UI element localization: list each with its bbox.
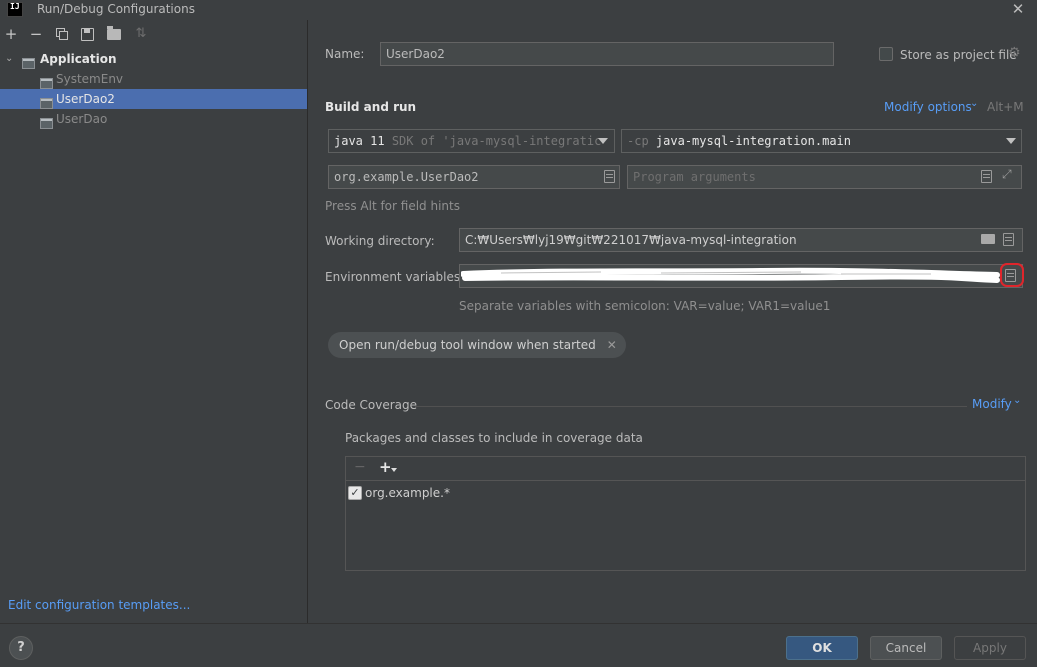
save-icon	[84, 29, 90, 33]
list-item[interactable]: ✓ org.example.*	[346, 484, 1025, 504]
store-as-project-file-label: Store as project file	[900, 48, 1017, 62]
remove-configuration-button[interactable]: −	[28, 26, 44, 42]
minus-icon: −	[29, 25, 43, 43]
tree-item-userdao2[interactable]: UserDao2	[0, 89, 307, 109]
code-coverage-heading: Code Coverage	[325, 398, 418, 412]
application-config-icon	[40, 118, 53, 129]
modify-options-shortcut: Alt+M	[987, 100, 1024, 114]
configuration-form: Name: UserDao2 Store as project file ⚙ B…	[309, 20, 1037, 623]
tree-item-label: UserDao2	[56, 92, 115, 106]
store-as-project-file-checkbox[interactable]	[879, 47, 893, 61]
folder-icon[interactable]	[981, 234, 995, 244]
open-tool-window-chip[interactable]: Open run/debug tool window when started …	[328, 332, 626, 358]
save-configuration-button[interactable]	[81, 28, 94, 41]
copy-configuration-button[interactable]	[56, 28, 68, 40]
expand-text-icon[interactable]	[981, 170, 992, 183]
chevron-down-icon	[1006, 138, 1016, 144]
working-directory-input[interactable]: C:₩Users₩lyj19₩git₩221017₩java-mysql-int…	[459, 228, 1023, 252]
coverage-entry-checkbox[interactable]: ✓	[348, 486, 362, 500]
cancel-button[interactable]: Cancel	[870, 636, 942, 660]
sort-icon: ⇅	[135, 26, 147, 41]
environment-variables-hint: Separate variables with semicolon: VAR=v…	[459, 299, 831, 313]
tree-group-application[interactable]: ⌄ Application	[0, 49, 307, 69]
name-label: Name:	[325, 47, 365, 61]
tree-item-label: UserDao	[56, 112, 108, 126]
folder-icon	[107, 26, 113, 29]
coverage-patterns-list: − + ✓ org.example.*	[345, 456, 1026, 571]
redaction-scribble	[461, 267, 1000, 283]
add-pattern-button[interactable]: +	[379, 458, 392, 476]
classpath-flag: -cp	[627, 134, 649, 148]
remove-chip-icon[interactable]: ✕	[607, 332, 617, 358]
tree-item-userdao[interactable]: UserDao	[0, 109, 307, 129]
coverage-toolbar: − +	[346, 457, 1025, 481]
close-window-button[interactable]: ✕	[1008, 0, 1028, 19]
coverage-modify-link[interactable]: Modify	[972, 397, 1012, 411]
classpath-module: java-mysql-integration.main	[655, 134, 851, 148]
application-config-icon	[40, 98, 53, 109]
edit-templates-link[interactable]: Edit configuration templates...	[8, 598, 190, 612]
name-input[interactable]: UserDao2	[380, 42, 834, 66]
ok-button[interactable]: OK	[786, 636, 858, 660]
application-config-icon	[40, 78, 53, 89]
jdk-select[interactable]: java 11 SDK of 'java-mysql-integratic	[328, 129, 615, 153]
application-icon	[22, 58, 35, 69]
browse-class-icon[interactable]	[604, 170, 615, 183]
chip-label: Open run/debug tool window when started	[339, 338, 596, 352]
field-hint-text: Press Alt for field hints	[325, 199, 460, 213]
classpath-module-select[interactable]: -cp java-mysql-integration.main	[621, 129, 1022, 153]
modify-options-link[interactable]: Modify options	[884, 100, 972, 114]
chevron-down-icon	[598, 138, 608, 144]
gear-icon[interactable]: ⚙	[1008, 45, 1021, 61]
add-configuration-button[interactable]: +	[3, 26, 19, 42]
coverage-packages-label: Packages and classes to include in cover…	[345, 431, 643, 445]
program-arguments-input[interactable]: Program arguments	[627, 165, 1022, 189]
chevron-down-icon[interactable]: ⌄	[970, 98, 978, 109]
main-class-input[interactable]: org.example.UserDao2	[328, 165, 620, 189]
dialog-footer: ? OK Cancel Apply	[0, 623, 1037, 667]
working-directory-label: Working directory:	[325, 234, 435, 248]
build-and-run-heading: Build and run	[325, 100, 417, 114]
jdk-version: java 11	[334, 134, 385, 148]
window-title: Run/Debug Configurations	[37, 2, 195, 16]
chevron-down-icon[interactable]: ⌄	[5, 49, 13, 69]
tree-item-label: SystemEnv	[56, 72, 124, 86]
macro-insert-icon[interactable]	[1003, 233, 1014, 246]
chevron-down-icon[interactable]: ⌄	[1013, 395, 1021, 406]
plus-icon: +	[4, 25, 18, 43]
environment-variables-label: Environment variables:	[325, 270, 465, 284]
apply-button[interactable]: Apply	[954, 636, 1026, 660]
sort-configurations-button[interactable]: ⇅	[133, 26, 149, 42]
tree-group-label: Application	[40, 52, 117, 66]
expand-field-icon[interactable]: ⤢	[1002, 167, 1012, 182]
help-button[interactable]: ?	[9, 636, 33, 660]
remove-pattern-button[interactable]: −	[354, 459, 366, 475]
new-folder-button[interactable]	[107, 26, 121, 40]
section-divider	[415, 406, 967, 407]
tree-item-systemenv[interactable]: SystemEnv	[0, 69, 307, 89]
chevron-down-icon[interactable]	[391, 468, 397, 472]
highlight-circle-annotation	[1000, 263, 1024, 287]
coverage-entry-label: org.example.*	[365, 486, 450, 500]
jdk-hint: SDK of 'java-mysql-integratic	[391, 134, 602, 148]
title-bar: IJ Run/Debug Configurations ✕	[0, 0, 1037, 19]
intellij-logo-icon: IJ	[7, 2, 23, 17]
